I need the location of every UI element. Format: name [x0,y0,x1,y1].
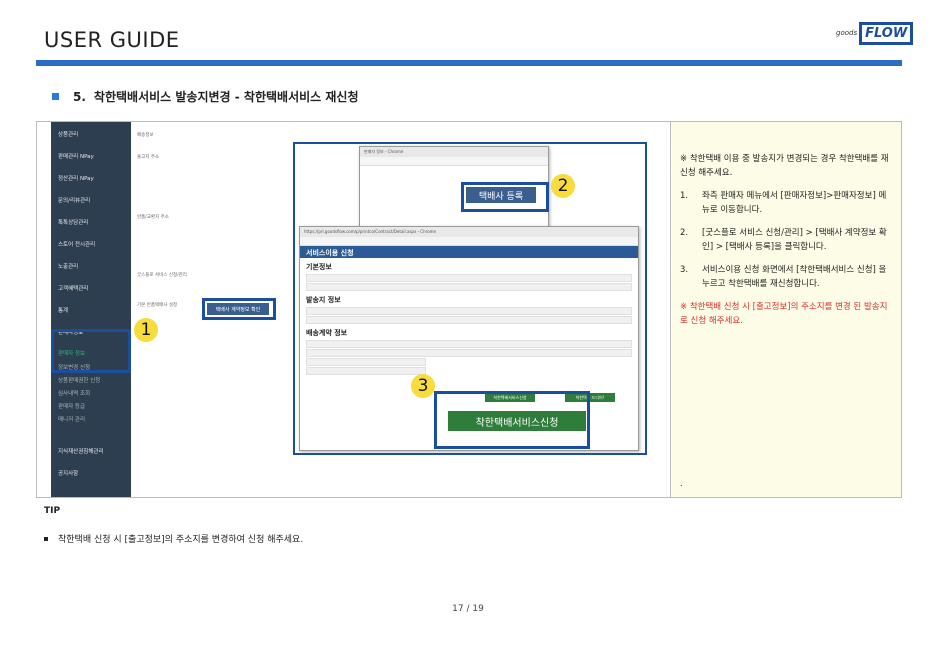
sidebar-item: 노출관리 [58,264,79,270]
tip-bullet-icon [44,536,48,541]
step-text: [굿스플로 서비스 신청/관리] > [택배사 계약정보 확인] > [택배사 … [702,228,887,252]
highlight-box-1 [202,298,276,320]
sidebar-item: 톡톡상담관리 [58,220,89,226]
section-title-text: 착한택배서비스 발송지변경 - 착한택배서비스 재신청 [93,90,359,104]
step-text: 서비스이용 신청 화면에서 [착한택배서비스 신청] 을 누르고 착한택배를 재… [702,265,887,289]
step-text: 좌측 판매자 메뉴에서 [판매자정보]>판매자정보] 메뉴로 이동합니다. [702,191,887,215]
section-number: 5. [73,89,86,104]
sidebar-item: 고객혜택관리 [58,286,89,292]
sidebar-item: 문의/리뷰관리 [58,198,91,204]
content-label: 반품/교환지 주소 [137,215,169,220]
section-heading: 5. 착한택배서비스 발송지변경 - 착한택배서비스 재신청 [52,88,359,105]
sidebar-item: 판매관리 NPay [58,154,94,160]
step-number: 1. [680,191,689,201]
sidebar-sub-item: 상품판매권한 신청 [58,378,101,384]
highlight-sidebar [51,329,131,373]
tip-text: 착한택배 신청 시 [출고정보]의 주소지를 변경하여 신청 해주세요. [58,535,304,545]
sidebar-item: 지식재산권침해관리 [58,449,104,455]
content-label: 출고지 주소 [137,155,160,160]
step-number: 2. [680,228,689,238]
tip-item: 착한택배 신청 시 [출고정보]의 주소지를 변경하여 신청 해주세요. [44,532,303,545]
sidebar-item: 스토어 전시관리 [58,242,96,248]
sidebar-item: 공지사항 [58,471,79,477]
logo-main-text: FLOW [859,21,914,45]
header-rule [36,60,902,66]
sidebar-item: 상품관리 [58,132,79,138]
goodsflow-logo: goods FLOW [836,18,914,48]
callout-1: 1 [134,318,158,342]
page-number: 17 / 19 [452,604,484,614]
panel-warning: ※ 착한택배 신청 시 [출고정보]의 주소지를 변경 된 발송지로 신청 해주… [680,302,888,326]
section-bullet-icon [52,93,59,100]
panel-trailing-dot: . [680,479,683,488]
logo-small-text: goods [836,29,858,37]
step-item: 3. 서비스이용 신청 화면에서 [착한택배서비스 신청] 을 누르고 착한택배를… [680,263,893,291]
panel-intro: ※ 착한택배 이용 중 발송지가 변경되는 경우 착한택배를 재신청 해주세요. [680,154,889,178]
tip-label: TIP [44,506,61,516]
step-item: 1. 좌측 판매자 메뉴에서 [판매자정보]>판매자정보] 메뉴로 이동합니다. [680,189,893,217]
steps-list: 1. 좌측 판매자 메뉴에서 [판매자정보]>판매자정보] 메뉴로 이동합니다. … [680,189,893,291]
sidebar-item: 정산관리 NPay [58,176,94,182]
highlight-outer [293,142,647,455]
sidebar-sub-item: 심사내역 조회 [58,391,91,397]
screenshot-illustration: 상품관리 판매관리 NPay 정산관리 NPay 문의/리뷰관리 톡톡상담관리 … [37,122,671,497]
seller-info-content: 배송정보 출고지 주소 반품/교환지 주소 굿스플로 서비스 신청/관리 기본 … [137,132,317,324]
content-frame: 상품관리 판매관리 NPay 정산관리 NPay 문의/리뷰관리 톡톡상담관리 … [36,121,902,498]
instruction-panel: ※ 착한택배 이용 중 발송지가 변경되는 경우 착한택배를 재신청 해주세요.… [672,122,901,497]
page-title: USER GUIDE [44,28,180,52]
sidebar-sub-item: 판매자 등급 [58,404,86,410]
step-number: 3. [680,265,689,275]
sidebar: 상품관리 판매관리 NPay 정산관리 NPay 문의/리뷰관리 톡톡상담관리 … [51,122,131,497]
sidebar-item: 통계 [58,308,69,314]
sidebar-sub-item: 매니저 관리 [58,417,86,423]
step-item: 2. [굿스플로 서비스 신청/관리] > [택배사 계약정보 확인] > [택배… [680,226,893,254]
content-label: 배송정보 [137,133,154,138]
